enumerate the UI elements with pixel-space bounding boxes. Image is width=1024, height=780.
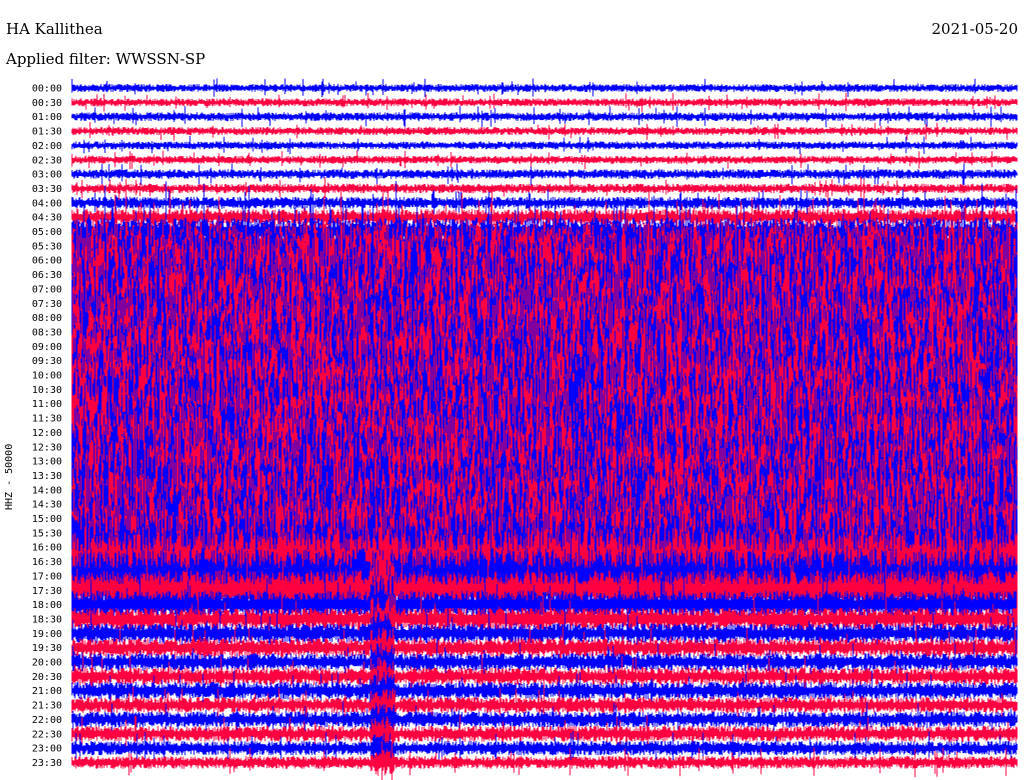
filter-label: Applied filter: WWSSN-SP: [6, 50, 206, 68]
station-title: HA Kallithea: [6, 20, 103, 38]
row-label-01:30: 01:30: [32, 127, 62, 138]
row-label-06:00: 06:00: [32, 256, 62, 267]
helicorder-plot: 00:00 00:30 01:00 01:30 02:00 02:30 03:00 03:30…: [32, 78, 1018, 780]
row-label-12:30: 12:30: [32, 442, 62, 453]
row-label-06:30: 06:30: [32, 270, 62, 281]
row-label-13:30: 13:30: [32, 471, 62, 482]
row-label-10:30: 10:30: [32, 385, 62, 396]
row-label-10:00: 10:00: [32, 371, 62, 382]
row-label-14:30: 14:30: [32, 500, 62, 511]
row-label-02:30: 02:30: [32, 155, 62, 166]
row-label-04:30: 04:30: [32, 213, 62, 224]
row-label-08:00: 08:00: [32, 313, 62, 324]
row-label-15:30: 15:30: [32, 528, 62, 539]
row-label-12:00: 12:00: [32, 428, 62, 439]
row-label-00:00: 00:00: [32, 84, 62, 95]
trace-02:00: [71, 136, 1018, 155]
row-label-04:00: 04:00: [32, 198, 62, 209]
trace-00:00: [71, 78, 1018, 98]
row-label-11:00: 11:00: [32, 399, 62, 410]
row-label-02:00: 02:00: [32, 141, 62, 152]
date-label: 2021-05-20: [931, 20, 1018, 38]
row-label-01:00: 01:00: [32, 112, 62, 123]
row-label-13:00: 13:00: [32, 457, 62, 468]
row-label-22:30: 22:30: [32, 729, 62, 740]
row-label-20:00: 20:00: [32, 658, 62, 669]
row-label-05:00: 05:00: [32, 227, 62, 238]
row-label-08:30: 08:30: [32, 327, 62, 338]
row-label-14:00: 14:00: [32, 485, 62, 496]
row-label-17:30: 17:30: [32, 586, 62, 597]
row-label-21:30: 21:30: [32, 701, 62, 712]
row-label-07:00: 07:00: [32, 284, 62, 295]
row-label-16:30: 16:30: [32, 557, 62, 568]
row-label-23:00: 23:00: [32, 744, 62, 755]
trace-01:30: [71, 122, 1018, 141]
row-label-09:30: 09:30: [32, 356, 62, 367]
row-label-22:00: 22:00: [32, 715, 62, 726]
row-label-07:30: 07:30: [32, 299, 62, 310]
row-label-19:30: 19:30: [32, 643, 62, 654]
row-label-09:00: 09:00: [32, 342, 62, 353]
trace-03:00: [71, 163, 1018, 186]
row-label-05:30: 05:30: [32, 241, 62, 252]
row-label-03:00: 03:00: [32, 170, 62, 181]
row-label-19:00: 19:00: [32, 629, 62, 640]
row-label-18:30: 18:30: [32, 614, 62, 625]
row-label-16:00: 16:00: [32, 543, 62, 554]
row-label-03:30: 03:30: [32, 184, 62, 195]
row-label-11:30: 11:30: [32, 414, 62, 425]
row-label-00:30: 00:30: [32, 98, 62, 109]
row-label-21:00: 21:00: [32, 686, 62, 697]
row-label-20:30: 20:30: [32, 672, 62, 683]
row-label-18:00: 18:00: [32, 600, 62, 611]
row-label-17:00: 17:00: [32, 571, 62, 582]
trace-02:30: [71, 150, 1018, 170]
row-label-15:00: 15:00: [32, 514, 62, 525]
y-axis-label: HHZ - 50000: [4, 443, 15, 510]
row-label-23:30: 23:30: [32, 758, 62, 769]
